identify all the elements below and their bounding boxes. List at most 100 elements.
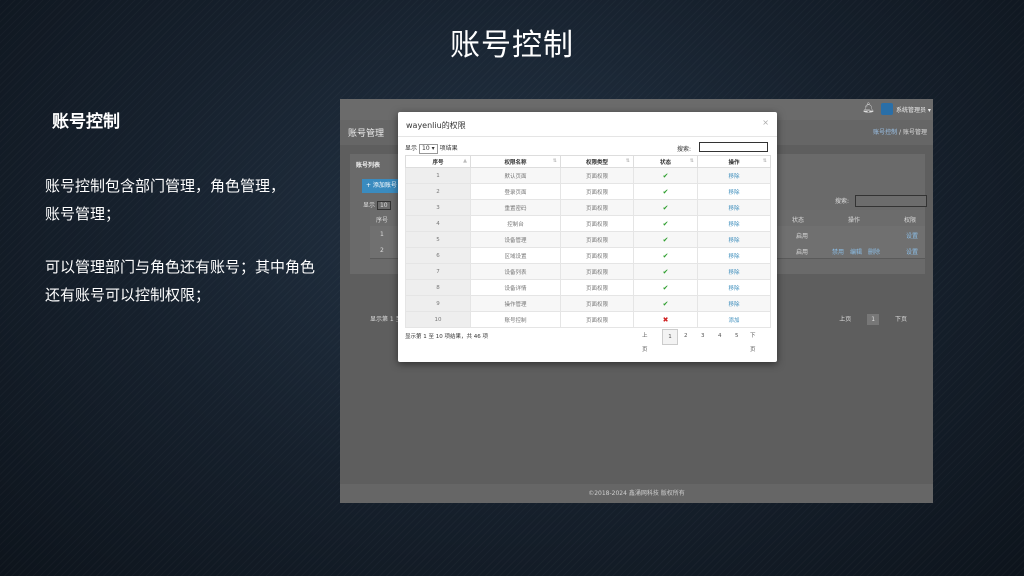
col-status[interactable]: 状态 ⇅ <box>633 155 698 168</box>
table-cell: 移除 <box>697 279 771 296</box>
table-row: 1 默认页面 页面权限 ✔ 移除 <box>405 167 771 184</box>
bg-col-index: 序号 <box>376 217 389 224</box>
bg-col-actions: 操作 <box>848 217 861 224</box>
row-index: 9 <box>436 300 440 307</box>
table-row: 4 控制台 页面权限 ✔ 移除 <box>405 215 771 232</box>
check-icon: ✔ <box>662 219 669 228</box>
bg-length-control[interactable]: 显示 10 <box>363 200 391 210</box>
check-icon: ✔ <box>662 187 669 196</box>
remove-permission-link[interactable]: 移除 <box>728 270 739 276</box>
search-label: 搜索: <box>677 146 692 153</box>
col-index[interactable]: 序号 ▲ <box>405 155 471 168</box>
table-cell: 9 <box>405 295 471 312</box>
table-cell: ✔ <box>633 295 698 312</box>
breadcrumb-link[interactable]: 账号控制 <box>873 129 897 136</box>
table-cell: ✔ <box>633 231 698 248</box>
bell-icon[interactable]: 🔔︎ <box>862 103 875 114</box>
table-cell: 页面权限 <box>560 263 634 280</box>
col-action[interactable]: 操作 ⇅ <box>697 155 771 168</box>
table-cell: ✔ <box>633 279 698 296</box>
check-icon: ✔ <box>662 299 669 308</box>
description-paragraph-2: 可以管理部门与角色还有账号；其中角色还有账号可以控制权限； <box>45 258 316 304</box>
admin-menu[interactable]: 系统管理员 ▾ <box>896 105 931 114</box>
page-4-button[interactable]: 4 <box>718 329 722 343</box>
bg-page-1[interactable]: 1 <box>867 314 880 325</box>
remove-permission-link[interactable]: 移除 <box>728 174 739 180</box>
table-cell: 默认页面 <box>470 167 561 184</box>
row-perm-link[interactable]: 设置 <box>906 231 918 240</box>
close-icon[interactable]: × <box>762 118 769 127</box>
page-2-button[interactable]: 2 <box>684 329 688 343</box>
table-cell: 7 <box>405 263 471 280</box>
panel-title: 账号列表 <box>356 162 381 169</box>
length-select[interactable]: 10 ▾ <box>419 144 438 154</box>
modal-title: wayenliu的权限 <box>406 121 466 130</box>
col-type[interactable]: 权限类型 ⇅ <box>560 155 634 168</box>
permission-modal: wayenliu的权限 × 显示 10 ▾ 项结果 搜索: 序号 ▲ 权限名称 ⇅ 权限… <box>398 112 777 362</box>
table-cell: 2 <box>405 183 471 200</box>
search-input[interactable] <box>699 142 768 152</box>
table-cell: 页面权限 <box>560 167 634 184</box>
check-icon: ✔ <box>662 283 669 292</box>
page-1-button[interactable]: 1 <box>662 329 678 345</box>
row-index: 6 <box>436 252 440 259</box>
bg-search-input[interactable] <box>855 195 927 207</box>
description-paragraph-1: 账号控制包含部门管理，角色管理，账号管理； <box>45 177 286 223</box>
table-cell: 移除 <box>697 295 771 312</box>
page-3-button[interactable]: 3 <box>701 329 705 343</box>
table-cell: 移除 <box>697 263 771 280</box>
bg-col-perm: 权限 <box>904 217 917 224</box>
col-name[interactable]: 权限名称 ⇅ <box>470 155 561 168</box>
sort-icon: ⇅ <box>552 158 557 164</box>
row-permission-type: 页面权限 <box>585 317 608 324</box>
remove-permission-link[interactable]: 移除 <box>728 302 739 308</box>
remove-permission-link[interactable]: 移除 <box>728 222 739 228</box>
breadcrumb-current: 账号管理 <box>902 129 927 136</box>
remove-permission-link[interactable]: 移除 <box>728 254 739 260</box>
table-cell: 页面权限 <box>560 215 634 232</box>
page-5-button[interactable]: 5 <box>735 329 739 343</box>
table-cell: 移除 <box>697 167 771 184</box>
check-icon: ✔ <box>662 267 669 276</box>
table-cell: ✔ <box>633 167 698 184</box>
cross-icon: ✖ <box>662 315 669 324</box>
row-permission-name: 设备详情 <box>504 285 527 292</box>
table-cell: 页面权限 <box>560 311 634 328</box>
disable-link[interactable]: 禁用 <box>832 247 844 256</box>
remove-permission-link[interactable]: 移除 <box>728 190 739 196</box>
bg-next-page[interactable]: 下页 <box>895 316 907 323</box>
row-index: 2 <box>380 247 384 254</box>
table-cell: 1 <box>405 167 471 184</box>
delete-link[interactable]: 删除 <box>868 247 880 256</box>
remove-permission-link[interactable]: 移除 <box>728 286 739 292</box>
table-cell: 账号控制 <box>470 311 561 328</box>
table-cell: 页面权限 <box>560 231 634 248</box>
row-index: 1 <box>436 172 440 179</box>
bg-prev-page[interactable]: 上页 <box>839 316 851 323</box>
row-permission-type: 页面权限 <box>585 269 608 276</box>
edit-link[interactable]: 编辑 <box>850 247 862 256</box>
add-permission-link[interactable]: 添加 <box>728 318 739 324</box>
length-prefix: 显示 <box>405 145 418 152</box>
check-icon: ✔ <box>662 251 669 260</box>
avatar[interactable] <box>881 103 893 115</box>
row-permission-type: 页面权限 <box>585 173 608 180</box>
row-permission-name: 账号控制 <box>504 317 527 324</box>
sort-icon: ⇅ <box>762 158 767 164</box>
prev-page-button[interactable]: 上页 <box>642 329 648 353</box>
remove-permission-link[interactable]: 移除 <box>728 238 739 244</box>
table-cell: ✔ <box>633 199 698 216</box>
sort-icon: ⇅ <box>689 158 694 164</box>
row-permission-name: 区域设置 <box>504 253 527 260</box>
remove-permission-link[interactable]: 移除 <box>728 206 739 212</box>
row-status: 启用 <box>796 249 809 256</box>
check-icon: ✔ <box>662 203 669 212</box>
modal-divider <box>398 136 777 137</box>
table-cell: 页面权限 <box>560 279 634 296</box>
row-perm-link[interactable]: 设置 <box>906 247 918 256</box>
next-page-button[interactable]: 下页 <box>750 329 756 353</box>
length-control: 显示 10 ▾ 项结果 <box>405 143 458 154</box>
permission-table: 序号 ▲ 权限名称 ⇅ 权限类型 ⇅ 状态 ⇅ 操作 ⇅ 1 默认页面 页面权限 ✔ 移除 2 登录页… <box>405 155 771 328</box>
row-permission-name: 操作管理 <box>504 301 527 308</box>
table-cell: ✖ <box>633 311 698 328</box>
